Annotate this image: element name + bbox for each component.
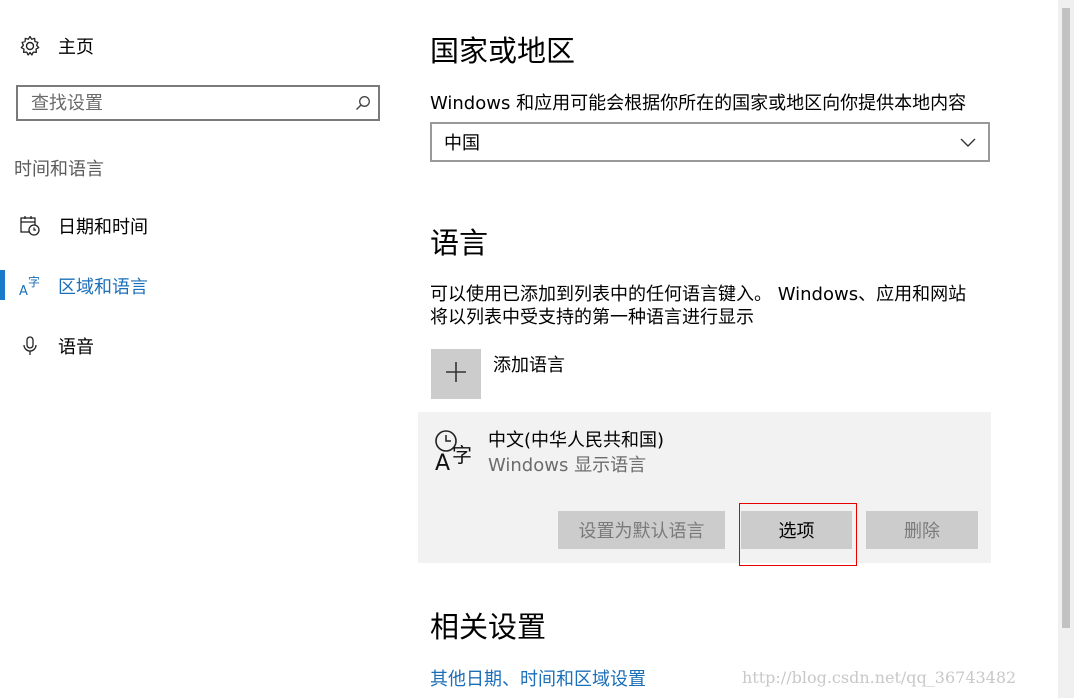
language-entry-icon: A字 — [433, 428, 477, 476]
language-entry-name: 中文(中华人民共和国) — [488, 430, 665, 451]
calendar-clock-icon — [18, 214, 42, 238]
sidebar-item-label: 语音 — [58, 337, 94, 358]
svg-text:A: A — [435, 451, 450, 472]
sidebar-item-region-language[interactable]: A字 区域和语言 — [18, 273, 148, 299]
country-selected-value: 中国 — [444, 133, 480, 154]
gear-icon — [18, 34, 42, 58]
search-icon[interactable] — [348, 95, 378, 111]
language-description-line2: 将以列表中受支持的第一种语言进行显示 — [430, 307, 754, 328]
region-title: 国家或地区 — [430, 34, 576, 68]
selected-indicator — [0, 270, 5, 300]
language-icon: A字 — [18, 274, 42, 298]
options-button[interactable]: 选项 — [741, 511, 852, 549]
sidebar-item-date-time[interactable]: 日期和时间 — [18, 213, 148, 239]
home-nav-item[interactable]: 主页 — [18, 33, 94, 59]
additional-settings-link[interactable]: 其他日期、时间和区域设置 — [430, 665, 646, 691]
plus-icon — [444, 360, 468, 388]
svg-text:字: 字 — [452, 443, 472, 467]
related-settings-title: 相关设置 — [430, 610, 547, 644]
scrollbar[interactable] — [1058, 0, 1074, 698]
sidebar-item-speech[interactable]: 语音 — [18, 333, 94, 359]
set-default-language-button: 设置为默认语言 — [558, 511, 725, 549]
remove-language-button: 删除 — [866, 511, 978, 549]
sidebar-section-title: 时间和语言 — [14, 159, 104, 180]
add-language-label[interactable]: 添加语言 — [493, 351, 565, 377]
watermark: http://blog.csdn.net/qq_36743482 — [742, 668, 1017, 687]
search-input[interactable] — [18, 91, 348, 115]
language-entry-subtitle: Windows 显示语言 — [488, 455, 647, 476]
svg-text:字: 字 — [28, 274, 40, 289]
chevron-down-icon — [960, 132, 976, 153]
region-description: Windows 和应用可能会根据你所在的国家或地区向你提供本地内容 — [430, 93, 967, 114]
sidebar-item-label: 日期和时间 — [58, 217, 148, 238]
scrollbar-thumb[interactable] — [1062, 8, 1070, 628]
home-label: 主页 — [58, 37, 94, 58]
microphone-icon — [18, 334, 42, 358]
search-box[interactable] — [16, 85, 380, 121]
language-title: 语言 — [430, 226, 489, 260]
country-dropdown[interactable]: 中国 — [430, 122, 990, 162]
svg-text:A: A — [19, 284, 28, 298]
add-language-button[interactable] — [431, 349, 481, 399]
sidebar-item-label: 区域和语言 — [58, 277, 148, 298]
